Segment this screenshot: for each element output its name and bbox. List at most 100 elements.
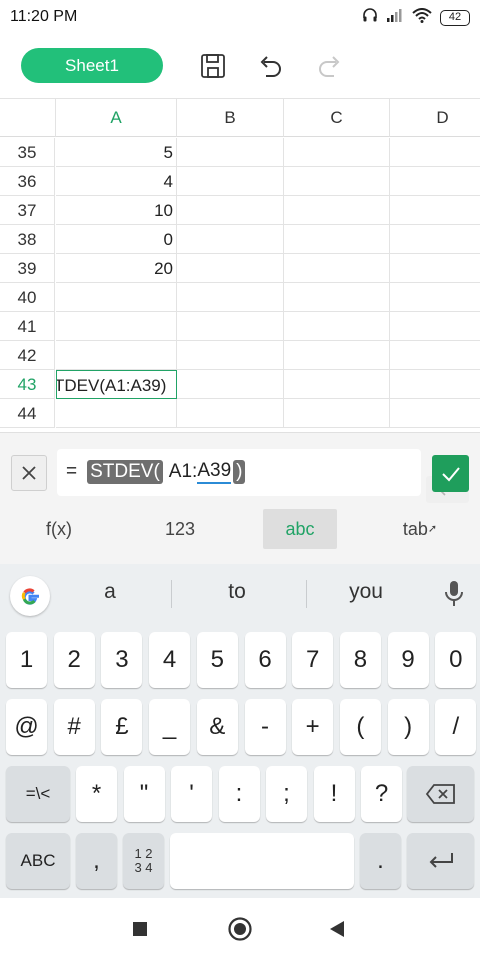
sheet-selector-button[interactable]: Sheet1 (21, 48, 163, 83)
keyboard-key[interactable]: 3 (101, 632, 143, 688)
keyboard-key[interactable]: 0 (435, 632, 477, 688)
grid-cell[interactable] (284, 225, 390, 254)
row-header[interactable]: 39 (0, 254, 55, 283)
keyboard-key[interactable]: / (435, 699, 477, 755)
back-icon[interactable] (322, 914, 352, 944)
grid-cell[interactable] (177, 225, 284, 254)
keyboard-key[interactable]: 8 (339, 632, 381, 688)
keyboard-key[interactable]: # (53, 699, 95, 755)
keyboard-key[interactable]: ( (339, 699, 381, 755)
abc-key[interactable]: ABC (6, 833, 70, 889)
tab-tab[interactable]: tab➚ (380, 509, 460, 549)
keyboard-key[interactable]: ) (387, 699, 429, 755)
grid-cell[interactable] (390, 225, 480, 254)
grid-cell[interactable] (177, 370, 284, 399)
grid-cell[interactable] (390, 167, 480, 196)
keyboard-key[interactable]: : (218, 766, 260, 822)
numpad-key[interactable]: 1 23 4 (123, 833, 164, 889)
keyboard-key[interactable]: 9 (387, 632, 429, 688)
grid-cell[interactable] (177, 196, 284, 225)
keyboard-key[interactable]: @ (6, 699, 47, 755)
keyboard-key[interactable]: 7 (292, 632, 334, 688)
grid-cell[interactable] (284, 167, 390, 196)
keyboard-key[interactable]: + (292, 699, 334, 755)
confirm-button[interactable] (432, 455, 469, 492)
suggestion-item[interactable]: a (60, 580, 160, 604)
keyboard-key[interactable]: 2 (53, 632, 95, 688)
keyboard-key[interactable]: ! (313, 766, 355, 822)
keyboard-key[interactable]: _ (149, 699, 191, 755)
recents-icon[interactable] (125, 914, 155, 944)
selected-cell[interactable]: TDEV(A1:A39) (56, 370, 177, 399)
grid-cell[interactable] (390, 341, 480, 370)
grid-cell[interactable] (390, 196, 480, 225)
keyboard-key[interactable]: ' (171, 766, 212, 822)
grid-cell[interactable] (177, 312, 284, 341)
row-header[interactable]: 44 (0, 399, 55, 428)
grid-cell[interactable] (284, 312, 390, 341)
microphone-icon[interactable] (444, 580, 464, 613)
grid-cell[interactable]: 20 (56, 254, 177, 283)
save-icon[interactable] (198, 51, 228, 81)
row-header[interactable]: 37 (0, 196, 55, 225)
keyboard-key[interactable]: 1 (6, 632, 47, 688)
corner-header[interactable] (0, 99, 56, 137)
keyboard-key[interactable]: & (196, 699, 238, 755)
grid-cell[interactable] (284, 283, 390, 312)
grid-cell[interactable] (284, 138, 390, 167)
grid-cell[interactable]: 4 (56, 167, 177, 196)
grid-cell[interactable] (390, 399, 480, 428)
grid-cell[interactable] (390, 254, 480, 283)
symbols-toggle-key[interactable]: =\< (6, 766, 70, 822)
tab-numbers[interactable]: 123 (140, 509, 220, 549)
grid-cell[interactable] (284, 399, 390, 428)
row-header[interactable]: 43 (0, 370, 55, 399)
grid-cell[interactable] (390, 283, 480, 312)
grid-cell[interactable] (177, 254, 284, 283)
home-icon[interactable] (225, 914, 255, 944)
row-header[interactable]: 41 (0, 312, 55, 341)
period-key[interactable]: . (360, 833, 401, 889)
backspace-key[interactable] (407, 766, 474, 822)
keyboard-key[interactable]: ? (361, 766, 402, 822)
row-header[interactable]: 36 (0, 167, 55, 196)
row-header[interactable]: 40 (0, 283, 55, 312)
column-header-a[interactable]: A (56, 99, 177, 137)
tab-function[interactable]: f(x) (20, 509, 98, 549)
grid-cell[interactable] (56, 283, 177, 312)
suggestion-item[interactable]: you (316, 580, 416, 604)
row-header[interactable]: 35 (0, 138, 55, 167)
grid-cell[interactable]: 0 (56, 225, 177, 254)
grid-cell[interactable] (56, 399, 177, 428)
grid-cell[interactable] (390, 138, 480, 167)
keyboard-key[interactable]: ; (266, 766, 307, 822)
grid-cell[interactable] (284, 341, 390, 370)
keyboard-key[interactable]: " (123, 766, 165, 822)
row-header[interactable]: 42 (0, 341, 55, 370)
grid-cell[interactable] (284, 370, 390, 399)
grid-cell[interactable]: 10 (56, 196, 177, 225)
close-paren-token[interactable]: ) (233, 460, 246, 484)
undo-icon[interactable] (256, 51, 286, 81)
grid-cell[interactable] (284, 254, 390, 283)
redo-icon[interactable] (314, 51, 344, 81)
suggestion-item[interactable]: to (187, 580, 287, 604)
grid-cell[interactable] (390, 370, 480, 399)
column-header-c[interactable]: C (284, 99, 390, 137)
grid-cell[interactable] (177, 138, 284, 167)
space-key[interactable] (170, 833, 354, 889)
function-token[interactable]: STDEV( (87, 460, 163, 484)
google-icon[interactable] (10, 576, 50, 616)
keyboard-key[interactable]: 6 (244, 632, 286, 688)
grid-cell[interactable] (177, 167, 284, 196)
keyboard-key[interactable]: 4 (149, 632, 191, 688)
enter-key[interactable] (407, 833, 474, 889)
keyboard-key[interactable]: - (244, 699, 286, 755)
grid-cell[interactable] (177, 283, 284, 312)
grid-cell[interactable] (177, 341, 284, 370)
keyboard-key[interactable]: * (76, 766, 117, 822)
grid-cell[interactable] (390, 312, 480, 341)
grid-cell[interactable]: 5 (56, 138, 177, 167)
keyboard-key[interactable]: 5 (196, 632, 238, 688)
column-header-b[interactable]: B (177, 99, 284, 137)
